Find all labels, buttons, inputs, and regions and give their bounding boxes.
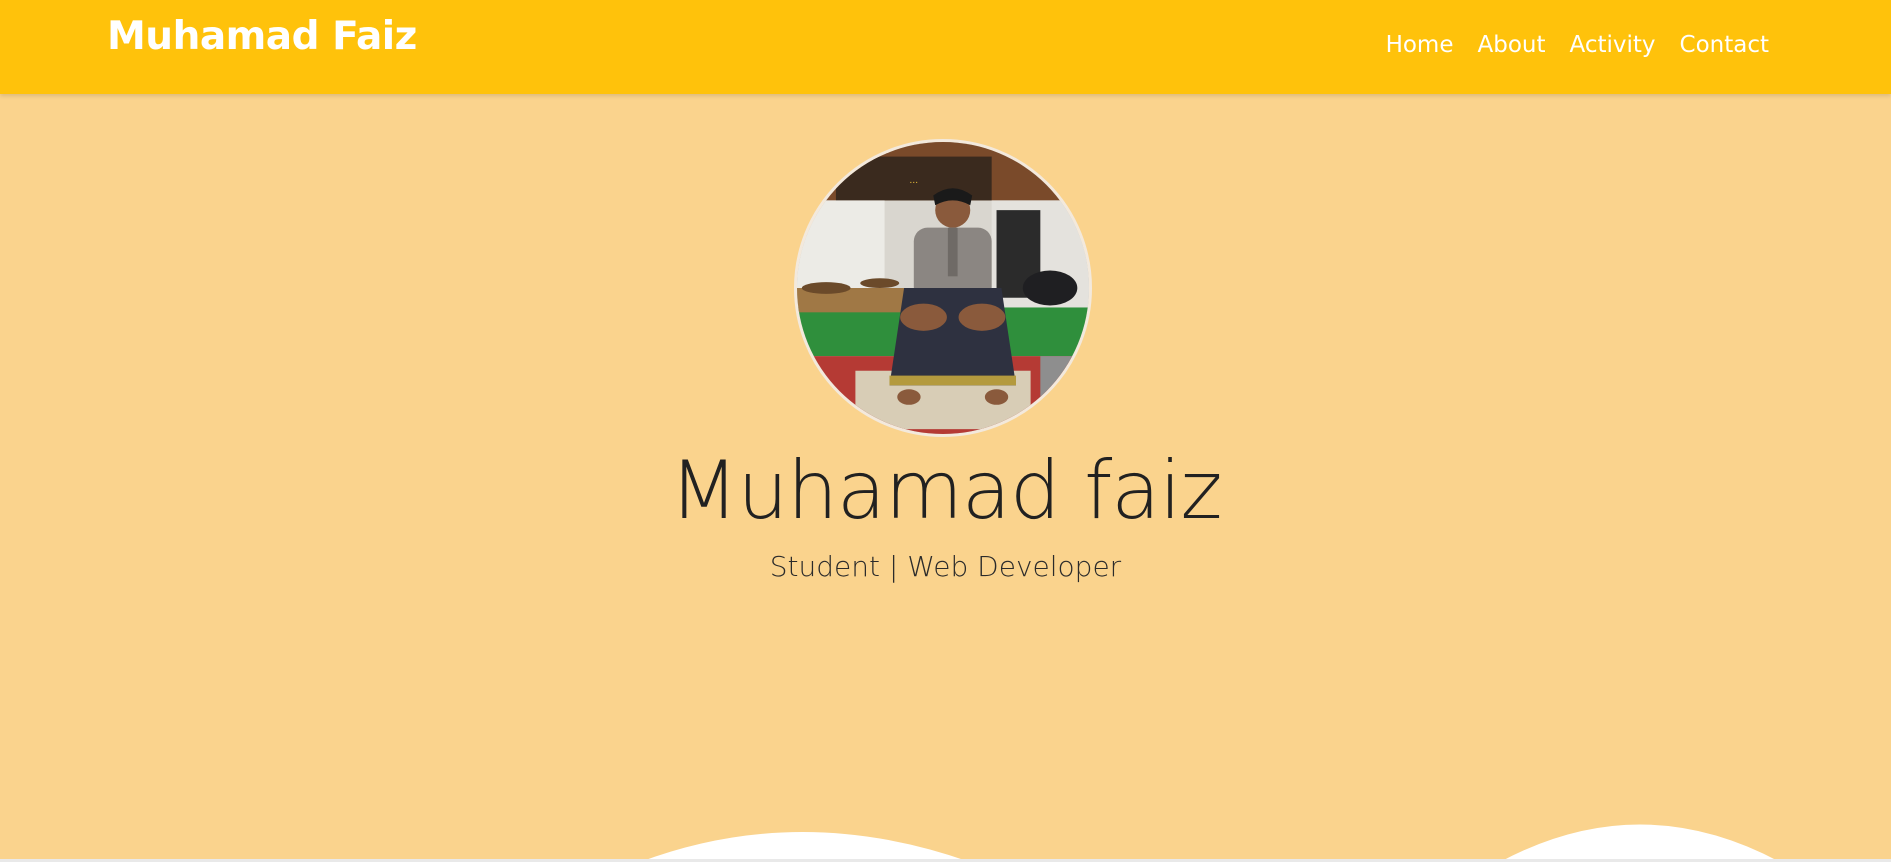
- hero-name: Muhamad faiz: [669, 444, 1222, 537]
- nav-link-about[interactable]: About: [1477, 32, 1545, 58]
- wave-divider: [0, 824, 1891, 862]
- svg-text:…: …: [909, 176, 918, 186]
- profile-photo-image: …: [797, 142, 1089, 434]
- hero-subtitle: Student | Web Developer: [769, 550, 1122, 583]
- nav-link-activity[interactable]: Activity: [1570, 32, 1656, 58]
- brand-link[interactable]: Muhamad Faiz: [107, 14, 417, 59]
- nav-links: Home About Activity Contact: [1386, 32, 1769, 58]
- navbar: Muhamad Faiz Home About Activity Contact: [0, 0, 1891, 94]
- hero-section: … Muhamad faiz Student | Web Developer: [0, 94, 1891, 862]
- nav-link-contact[interactable]: Contact: [1680, 32, 1769, 58]
- nav-link-home[interactable]: Home: [1386, 32, 1454, 58]
- profile-avatar: …: [794, 139, 1092, 437]
